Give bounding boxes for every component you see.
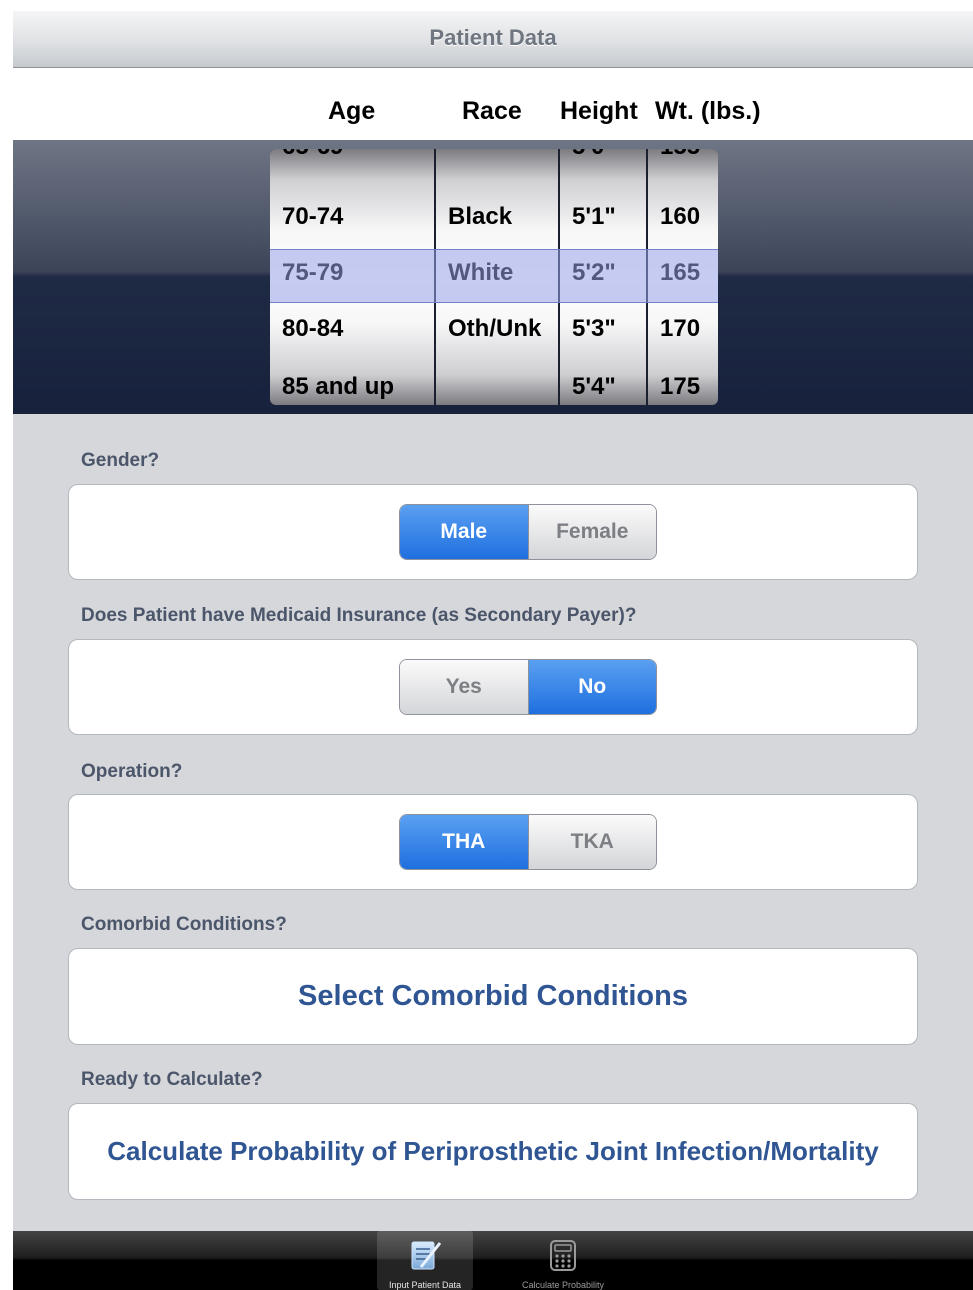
notepad-pencil-icon — [411, 1241, 442, 1270]
picker-row[interactable]: 175 — [660, 359, 700, 405]
picker-row[interactable]: 155 — [660, 149, 700, 175]
medicaid-segmented-control: Yes No — [399, 659, 657, 715]
tab-label: Calculate Probability — [521, 1280, 605, 1290]
calculate-label: Ready to Calculate? — [81, 1069, 263, 1090]
gender-female-segment[interactable]: Female — [527, 505, 656, 559]
weight-wheel[interactable]: 155 160 165 170 175 — [648, 149, 718, 405]
height-wheel[interactable]: 5'0" 5'1" 5'2" 5'3" 5'4" — [560, 149, 646, 405]
tab-input-patient-data[interactable]: Input Patient Data — [377, 1231, 473, 1290]
race-wheel[interactable]: Black White Oth/Unk — [436, 149, 558, 405]
tab-calculate-probability[interactable]: Calculate Probability — [510, 1231, 616, 1290]
gender-label: Gender? — [81, 450, 160, 471]
column-header-height: Height — [560, 97, 638, 125]
column-header-weight: Wt. (lbs.) — [655, 97, 761, 125]
medicaid-yes-segment[interactable]: Yes — [400, 660, 528, 714]
picker-row[interactable]: 170 — [660, 301, 700, 357]
picker-row[interactable]: 5'1" — [572, 189, 616, 245]
operation-segmented-control: THA TKA — [399, 814, 657, 870]
picker-row[interactable]: 5'0" — [572, 149, 616, 175]
gender-segmented-control: Male Female — [399, 504, 657, 560]
picker-row-selected[interactable]: 165 — [660, 245, 700, 301]
select-comorbid-button[interactable]: Select Comorbid Conditions — [68, 948, 918, 1045]
gender-male-segment[interactable]: Male — [400, 505, 528, 559]
picker-row[interactable]: 70-74 — [282, 189, 343, 245]
calculate-probability-label: Calculate Probability of Periprosthetic … — [107, 1136, 879, 1166]
operation-tka-segment[interactable]: TKA — [527, 815, 656, 869]
picker-row-selected[interactable]: 5'2" — [572, 245, 616, 301]
calculator-icon — [550, 1240, 576, 1271]
operation-label: Operation? — [81, 761, 183, 782]
age-wheel[interactable]: 65-69 70-74 75-79 80-84 85 and up — [270, 149, 434, 405]
app-window: Patient Data Age Race Height Wt. (lbs.) … — [13, 11, 973, 1290]
column-header-race: Race — [462, 97, 522, 125]
tab-label: Input Patient Data — [388, 1280, 462, 1290]
medicaid-no-segment[interactable]: No — [527, 660, 656, 714]
nav-title: Patient Data — [429, 25, 557, 50]
picker-row[interactable]: 5'3" — [572, 301, 616, 357]
picker-row[interactable]: 85 and up — [282, 359, 394, 405]
picker-row[interactable]: 65-69 — [282, 149, 343, 175]
picker-row[interactable]: Black — [448, 189, 512, 245]
calculate-probability-button[interactable]: Calculate Probability of Periprosthetic … — [68, 1103, 918, 1200]
picker-row-selected[interactable]: White — [448, 245, 513, 301]
operation-card: THA TKA — [68, 794, 918, 890]
gender-card: Male Female — [68, 484, 918, 580]
picker-row[interactable]: Oth/Unk — [448, 301, 541, 357]
tab-bar: Input Patient Data Calculate Probability — [13, 1231, 973, 1290]
medicaid-label: Does Patient have Medicaid Insurance (as… — [81, 605, 637, 626]
picker-row[interactable]: 160 — [660, 189, 700, 245]
operation-tha-segment[interactable]: THA — [400, 815, 528, 869]
picker-row[interactable]: 5'4" — [572, 359, 616, 405]
patient-picker: 65-69 70-74 75-79 80-84 85 and up Black … — [270, 149, 718, 405]
picker-row-selected[interactable]: 75-79 — [282, 245, 343, 301]
select-comorbid-label: Select Comorbid Conditions — [298, 980, 688, 1012]
picker-header: Age Race Height Wt. (lbs.) — [13, 68, 973, 140]
comorbid-label: Comorbid Conditions? — [81, 914, 287, 935]
column-header-age: Age — [328, 97, 376, 125]
medicaid-card: Yes No — [68, 639, 918, 735]
picker-row[interactable]: 80-84 — [282, 301, 343, 357]
nav-bar: Patient Data — [13, 11, 973, 68]
